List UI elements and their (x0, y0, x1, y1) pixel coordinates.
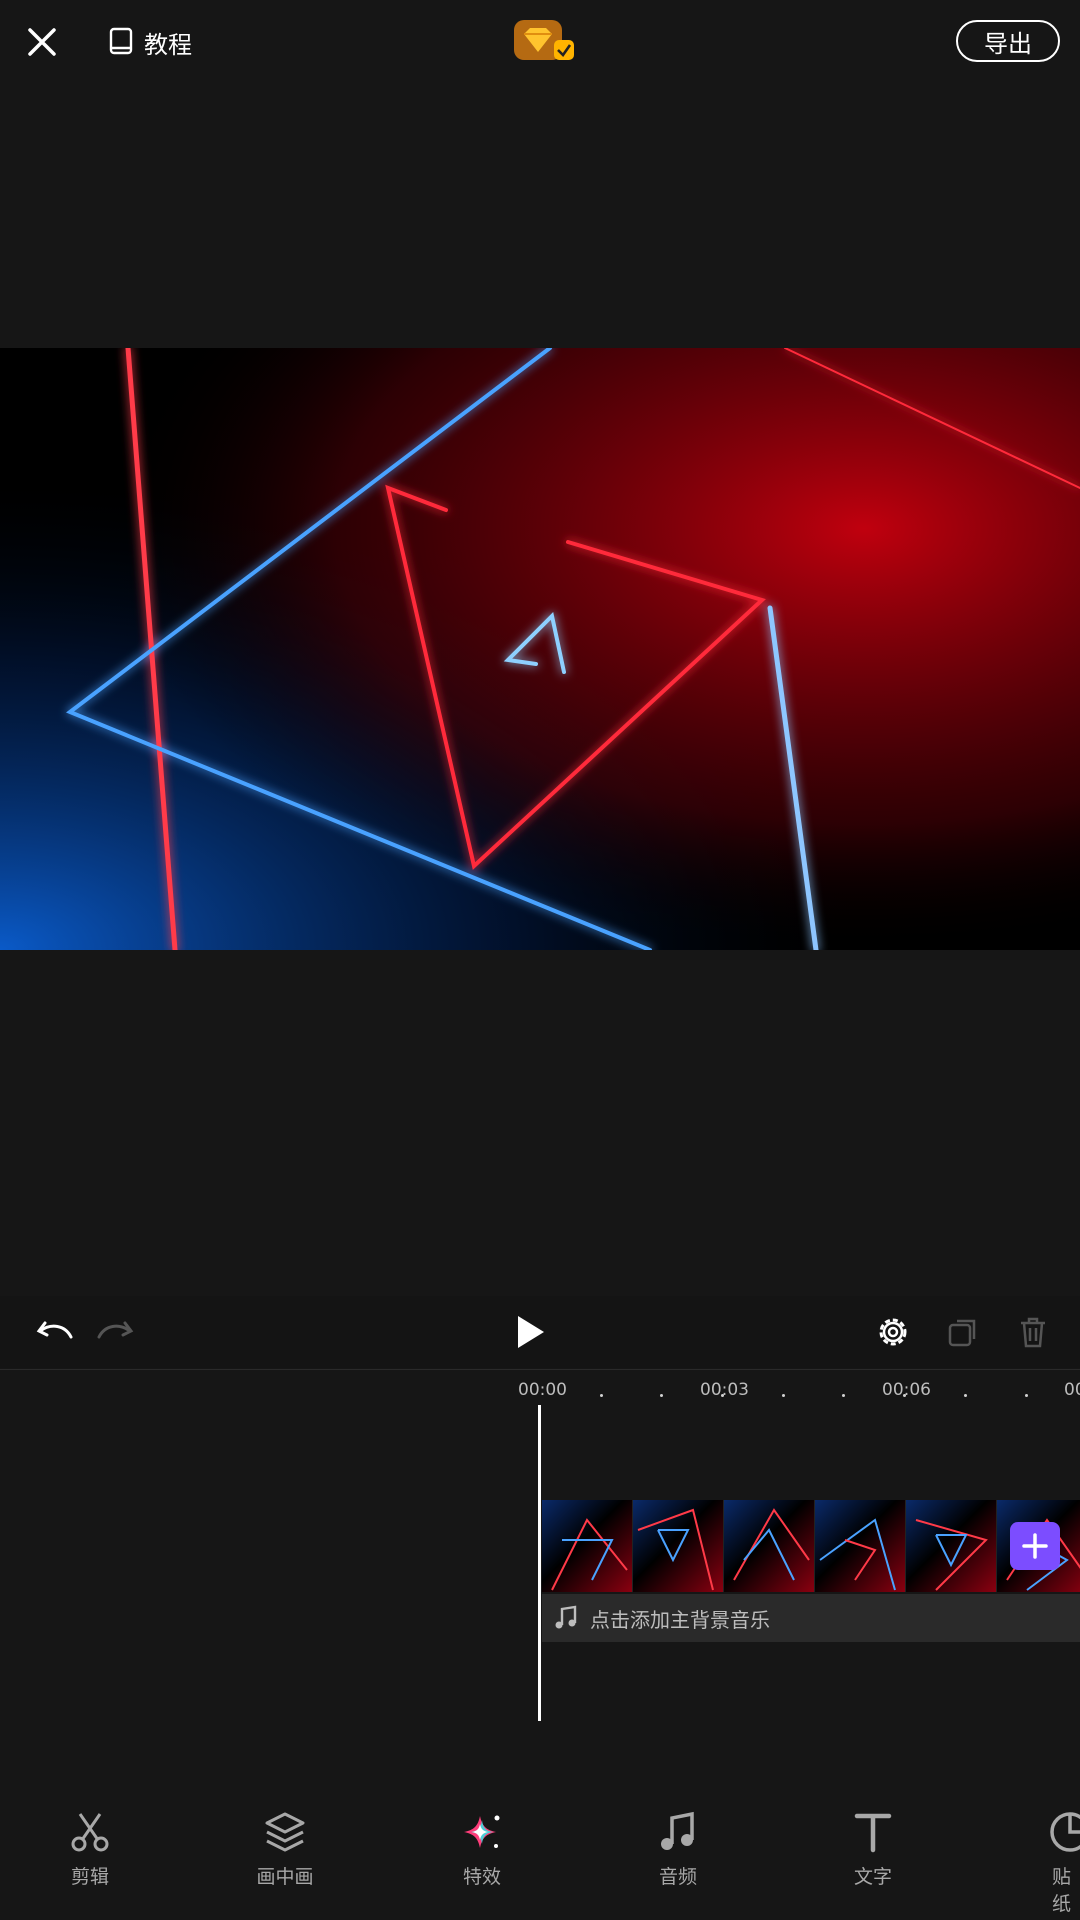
ruler-dot (842, 1394, 845, 1397)
time-tick: 00:00 (518, 1380, 567, 1400)
playhead[interactable] (538, 1405, 541, 1721)
ruler-dot (600, 1394, 603, 1397)
copy-icon (948, 1319, 976, 1347)
music-note-icon (555, 1605, 577, 1629)
tab-edit[interactable]: 剪辑 (30, 1810, 150, 1889)
book-icon (109, 27, 133, 55)
tab-text[interactable]: 文字 (813, 1810, 933, 1889)
music-note-icon (661, 1811, 694, 1850)
tab-pip[interactable]: 画中画 (225, 1810, 345, 1889)
music-prompt: 点击添加主背景音乐 (590, 1607, 770, 1632)
bottom-nav: 剪辑 画中画 特效 音频 文字 贴纸 (0, 1810, 1080, 1920)
tab-effects[interactable]: 特效 (422, 1810, 542, 1889)
ruler-dot (782, 1394, 785, 1397)
clip-thumbnail[interactable] (906, 1500, 997, 1592)
playback-toolbar (0, 1296, 1080, 1368)
close-button[interactable] (22, 22, 62, 62)
undo-icon (36, 1321, 73, 1339)
ruler-dot (721, 1394, 724, 1397)
add-clip-button[interactable] (1010, 1522, 1060, 1570)
trash-icon (1021, 1317, 1045, 1348)
diamond-icon (514, 20, 574, 60)
gear-icon (879, 1318, 907, 1346)
divider (0, 1369, 1080, 1370)
tutorial-button[interactable]: 教程 (108, 22, 192, 62)
redo-icon (97, 1321, 134, 1339)
clip-thumbnail[interactable] (815, 1500, 906, 1592)
ruler-dot (964, 1394, 967, 1397)
time-tick: 00:03 (700, 1380, 749, 1400)
video-preview[interactable] (0, 348, 1080, 950)
tab-label: 特效 (462, 1866, 501, 1888)
tab-label: 音频 (658, 1866, 697, 1888)
clip-thumbnail[interactable] (633, 1500, 724, 1592)
export-button[interactable]: 导出 (956, 20, 1060, 62)
settings-button[interactable] (868, 1296, 918, 1368)
tab-audio[interactable]: 音频 (618, 1810, 738, 1889)
redo-button[interactable] (90, 1296, 140, 1368)
play-button[interactable] (505, 1296, 555, 1368)
undo-button[interactable] (30, 1296, 80, 1368)
ruler-dot (903, 1394, 906, 1397)
add-music-track[interactable]: 点击添加主背景音乐 (542, 1594, 1080, 1642)
vip-badge[interactable] (514, 20, 576, 64)
close-icon (28, 28, 56, 56)
delete-button[interactable] (1008, 1296, 1058, 1368)
ruler-dot (660, 1394, 663, 1397)
clip-thumbnail[interactable] (542, 1500, 633, 1592)
tab-label: 贴纸 (1052, 1866, 1072, 1915)
time-tick: 00 (1064, 1380, 1080, 1400)
tutorial-label: 教程 (144, 30, 192, 59)
duplicate-button[interactable] (938, 1296, 988, 1368)
text-icon (854, 1813, 892, 1853)
layers-icon (265, 1812, 305, 1852)
scissors-icon (71, 1813, 109, 1852)
time-tick: 00:06 (882, 1380, 931, 1400)
clip-thumbnail[interactable] (724, 1500, 815, 1592)
tab-label: 文字 (853, 1866, 892, 1888)
play-icon (518, 1316, 544, 1348)
video-track[interactable] (542, 1500, 1080, 1592)
tab-label: 画中画 (256, 1866, 314, 1888)
tab-sticker[interactable]: 贴纸 (1006, 1810, 1080, 1916)
ruler-dot (1025, 1394, 1028, 1397)
tab-label: 剪辑 (70, 1866, 109, 1888)
plus-icon (1022, 1533, 1048, 1559)
sticker-icon (1050, 1812, 1080, 1852)
sparkles-icon (464, 1815, 500, 1848)
